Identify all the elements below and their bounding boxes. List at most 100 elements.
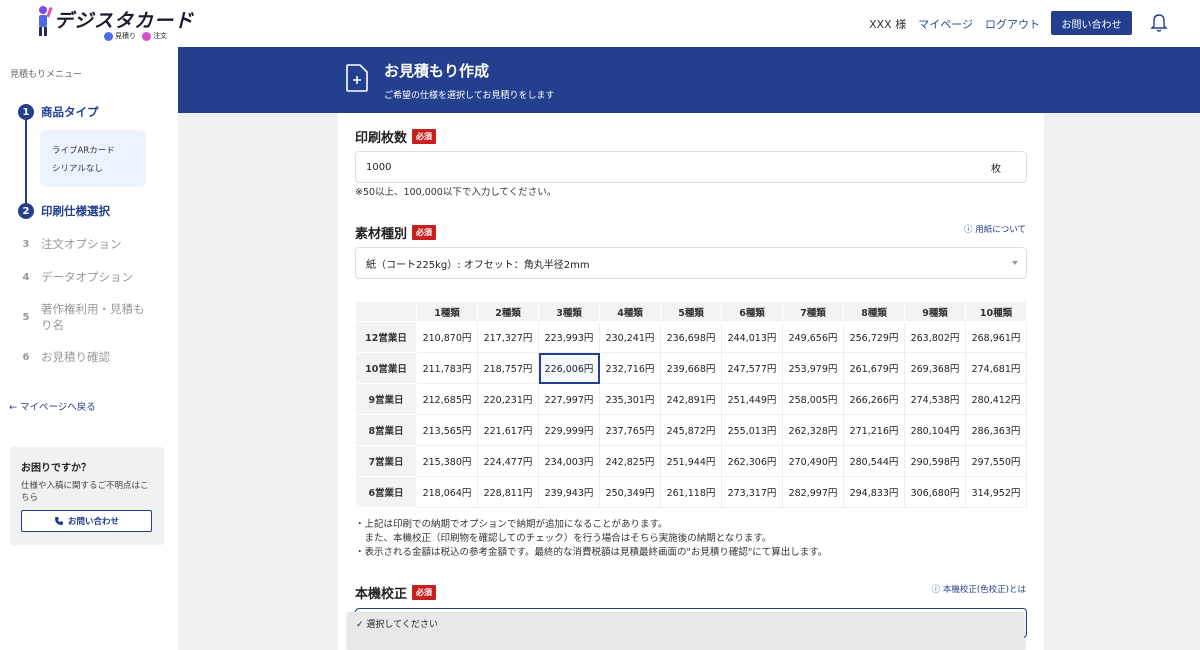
dropdown-option[interactable]: ✓ 選択してください (356, 617, 1016, 630)
row-header: 6営業日 (355, 476, 417, 508)
price-cell[interactable]: 236,698円 (660, 321, 722, 353)
price-cell[interactable]: 273,317円 (721, 476, 783, 508)
column-header: 8種類 (843, 301, 905, 322)
price-cell[interactable]: 223,993円 (538, 321, 600, 353)
price-cell[interactable]: 210,870円 (416, 321, 478, 353)
price-cell[interactable]: 239,943円 (538, 476, 600, 508)
sidebar-step-data-options[interactable]: 4 データオプション (18, 269, 133, 285)
sidebar-step-confirm[interactable]: 6 お見積り確認 (18, 349, 110, 365)
bell-icon[interactable] (1150, 13, 1168, 33)
price-cell[interactable]: 280,544円 (843, 445, 905, 477)
price-cell[interactable]: 250,349円 (599, 476, 661, 508)
price-cell[interactable]: 269,368円 (904, 352, 966, 384)
price-cell[interactable]: 258,005円 (782, 383, 844, 415)
price-cell[interactable]: 232,716円 (599, 352, 661, 384)
quantity-value: 1000 (366, 161, 392, 173)
table-row: 6営業日 218,064円 228,811円 239,943円 250,349円 261,… (355, 476, 1027, 508)
required-badge: 必須 (412, 129, 437, 144)
paper-info-link[interactable]: ⓘ 用紙について (964, 223, 1026, 235)
price-cell[interactable]: 249,656円 (782, 321, 844, 353)
order-dot-icon (142, 31, 151, 41)
price-cell[interactable]: 228,811円 (477, 476, 539, 508)
price-cell[interactable]: 255,013円 (721, 414, 783, 446)
price-cell[interactable]: 237,765円 (599, 414, 661, 446)
price-cell[interactable]: 274,538円 (904, 383, 966, 415)
required-badge: 必須 (412, 585, 437, 600)
user-name: XXX 様 (869, 18, 907, 31)
price-cell[interactable]: 230,241円 (599, 321, 661, 353)
row-header: 9営業日 (355, 383, 417, 415)
price-cell[interactable]: 215,380円 (416, 445, 478, 477)
mypage-link[interactable]: マイページ (918, 16, 973, 32)
estimate-dot-icon (104, 31, 113, 41)
price-cell[interactable]: 244,013円 (721, 321, 783, 353)
price-cell[interactable]: 314,952円 (965, 476, 1027, 508)
price-cell[interactable]: 274,681円 (965, 352, 1027, 384)
price-cell[interactable]: 306,680円 (904, 476, 966, 508)
material-select[interactable]: 紙（コート225kg）: オフセット：角丸半径2mm (355, 247, 1027, 279)
price-cell[interactable]: 217,327円 (477, 321, 539, 353)
price-cell[interactable]: 268,961円 (965, 321, 1027, 353)
price-cell[interactable]: 224,477円 (477, 445, 539, 477)
sidebar-step-copyright[interactable]: 5 著作権利用・見積もり名 (18, 301, 153, 333)
price-cell[interactable]: 280,412円 (965, 383, 1027, 415)
back-to-mypage-link[interactable]: ← マイページへ戻る (9, 399, 96, 413)
table-row: 10営業日 211,783円 218,757円 226,006円 232,716円 239… (355, 352, 1027, 384)
price-cell[interactable]: 229,999円 (538, 414, 600, 446)
phone-icon (54, 517, 63, 525)
price-cell[interactable]: 242,891円 (660, 383, 722, 415)
proof-info-link[interactable]: ⓘ 本機校正(色校正)とは (932, 583, 1026, 595)
sidebar-step-product-type[interactable]: 1 商品タイプ (18, 104, 99, 120)
price-cell[interactable]: 256,729円 (843, 321, 905, 353)
price-cell[interactable]: 263,802円 (904, 321, 966, 353)
help-box: お困りですか？ 仕様や入稿に関するご不明点はこちら お問い合わせ (10, 447, 164, 545)
page-title: お見積もり作成 (384, 62, 490, 80)
price-cell[interactable]: 242,825円 (599, 445, 661, 477)
price-cell[interactable]: 262,306円 (721, 445, 783, 477)
price-cell[interactable]: 282,997円 (782, 476, 844, 508)
price-cell[interactable]: 226,006円 (538, 352, 600, 384)
price-cell[interactable]: 218,757円 (477, 352, 539, 384)
site-logo[interactable]: デジスタカード 見積り 注文 (34, 4, 194, 44)
price-cell[interactable]: 227,997円 (538, 383, 600, 415)
price-cell[interactable]: 280,104円 (904, 414, 966, 446)
sidebar-step-print-spec[interactable]: 2 印刷仕様選択 (18, 203, 110, 219)
price-cell[interactable]: 247,577円 (721, 352, 783, 384)
price-cell[interactable]: 294,833円 (843, 476, 905, 508)
logo-text: デジスタカード (54, 10, 195, 32)
price-cell[interactable]: 253,979円 (782, 352, 844, 384)
price-cell[interactable]: 218,064円 (416, 476, 478, 508)
price-cell[interactable]: 262,328円 (782, 414, 844, 446)
quantity-input[interactable]: 1000 枚 (355, 151, 1027, 183)
price-cell[interactable]: 271,216円 (843, 414, 905, 446)
price-cell[interactable]: 221,617円 (477, 414, 539, 446)
price-cell[interactable]: 290,598円 (904, 445, 966, 477)
sidebar-step-order-options[interactable]: 3 注文オプション (18, 236, 122, 252)
note-line: ・上記は印刷での納期でオプションで納期が追加になることがあります。 (355, 519, 668, 530)
price-cell[interactable]: 251,944円 (660, 445, 722, 477)
note-line: ・表示される金額は税込の参考金額です。最終的な消費税額は見積最終画面の"お見積り… (355, 547, 828, 558)
price-cell[interactable]: 239,668円 (660, 352, 722, 384)
price-cell[interactable]: 286,363円 (965, 414, 1027, 446)
price-cell[interactable]: 220,231円 (477, 383, 539, 415)
contact-button[interactable]: お問い合わせ (1051, 11, 1132, 35)
proof-dropdown-menu[interactable]: ✓ 選択してください (348, 612, 1024, 650)
price-cell[interactable]: 212,685円 (416, 383, 478, 415)
logout-link[interactable]: ログアウト (985, 16, 1040, 32)
price-cell[interactable]: 261,118円 (660, 476, 722, 508)
price-cell[interactable]: 251,449円 (721, 383, 783, 415)
column-header: 3種類 (538, 301, 600, 322)
required-badge: 必須 (412, 225, 437, 240)
price-cell[interactable]: 213,565円 (416, 414, 478, 446)
price-cell[interactable]: 211,783円 (416, 352, 478, 384)
help-contact-button[interactable]: お問い合わせ (21, 510, 152, 532)
page-subtitle: ご希望の仕様を選択してお見積りをします (384, 91, 555, 101)
price-cell[interactable]: 235,301円 (599, 383, 661, 415)
price-cell[interactable]: 297,550円 (965, 445, 1027, 477)
price-cell[interactable]: 261,679円 (843, 352, 905, 384)
price-cell[interactable]: 245,872円 (660, 414, 722, 446)
price-cell[interactable]: 234,003円 (538, 445, 600, 477)
price-cell[interactable]: 270,490円 (782, 445, 844, 477)
price-cell[interactable]: 266,266円 (843, 383, 905, 415)
logo-tag-order: 注文 (153, 32, 167, 40)
